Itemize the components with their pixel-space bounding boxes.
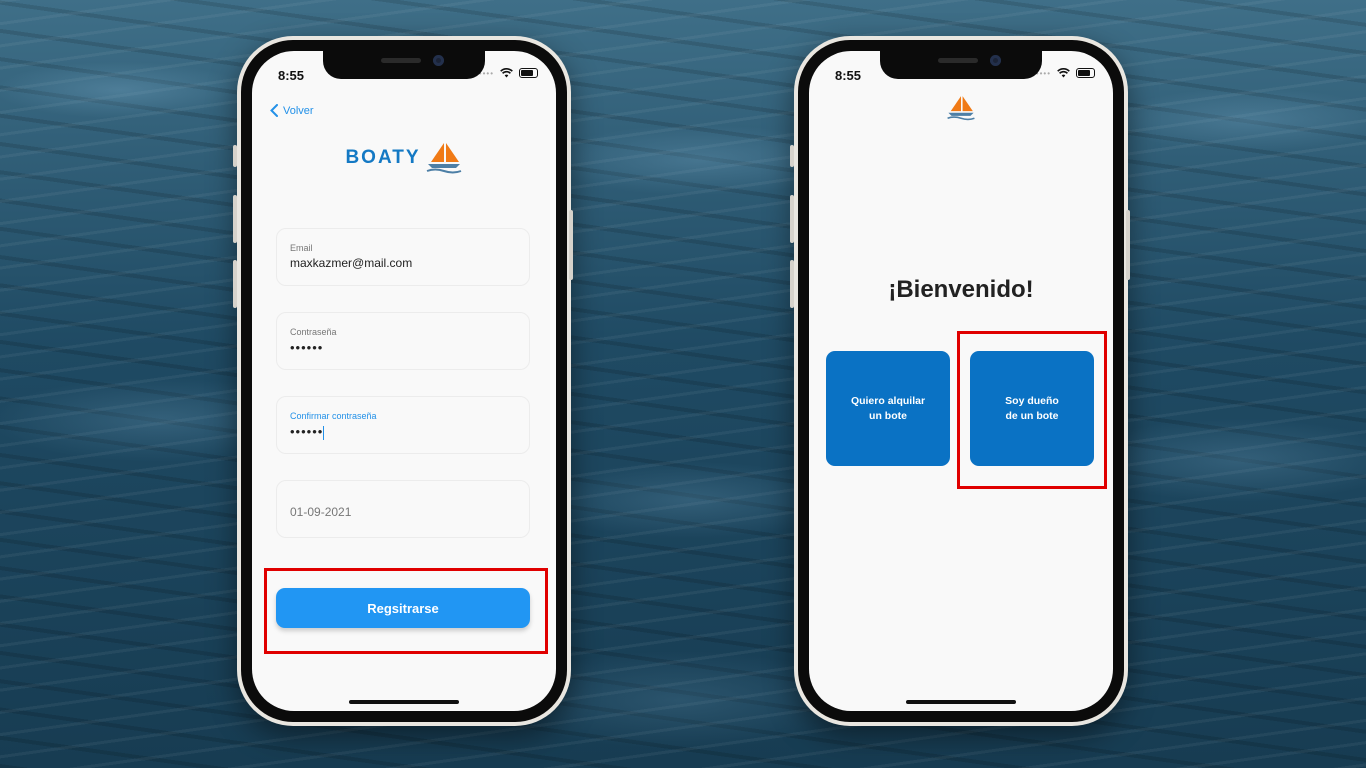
- side-button: [569, 210, 573, 280]
- rent-boat-button[interactable]: Quiero alquilar un bote: [826, 351, 950, 466]
- email-value: maxkazmer@mail.com: [290, 256, 413, 270]
- email-field[interactable]: Email maxkazmer@mail.com: [276, 228, 530, 286]
- wifi-icon: [1057, 68, 1070, 78]
- home-indicator: [349, 700, 459, 704]
- side-button: [790, 145, 794, 167]
- password-field[interactable]: Contraseña ••••••: [276, 312, 530, 370]
- notch: [323, 51, 485, 79]
- status-time: 8:55: [835, 68, 862, 83]
- home-indicator: [906, 700, 1016, 704]
- side-button: [1126, 210, 1130, 280]
- confirm-password-field[interactable]: Confirmar contraseña ••••••: [276, 396, 530, 454]
- text-caret: [323, 425, 325, 440]
- welcome-title: ¡Bienvenido!: [888, 276, 1034, 303]
- brand-logo: BOATY: [252, 141, 556, 175]
- date-value: 01-09-2021: [290, 505, 352, 519]
- password-label: Contraseña: [290, 327, 337, 337]
- sailboat-logo-small: [809, 94, 1113, 122]
- confirm-password-value-row: ••••••: [290, 424, 516, 440]
- sailboat-logo: [426, 143, 461, 174]
- email-label: Email: [290, 243, 313, 253]
- register-highlight: [264, 568, 548, 654]
- status-time: 8:55: [278, 68, 305, 83]
- rent-boat-line1: Quiero alquilar: [850, 394, 926, 407]
- back-label: Volver: [283, 104, 314, 117]
- side-button: [233, 145, 237, 167]
- brand-name: BOATY: [345, 147, 421, 168]
- owner-highlight: [957, 331, 1107, 489]
- rent-boat-line2: un bote: [869, 409, 907, 422]
- battery-icon: [1076, 68, 1095, 78]
- sailboat-logo: [947, 96, 975, 121]
- status-icons: ••••: [479, 68, 538, 78]
- date-field[interactable]: 01-09-2021: [276, 480, 530, 538]
- chevron-left-icon: [270, 104, 278, 117]
- side-button: [790, 195, 794, 243]
- notch: [880, 51, 1042, 79]
- confirm-password-label: Confirmar contraseña: [290, 411, 377, 421]
- status-icons: ••••: [1036, 68, 1095, 78]
- confirm-password-value: ••••••: [290, 424, 324, 439]
- wifi-icon: [500, 68, 513, 78]
- side-button: [233, 260, 237, 308]
- battery-icon: [519, 68, 538, 78]
- side-button: [790, 260, 794, 308]
- side-button: [233, 195, 237, 243]
- back-button[interactable]: Volver: [270, 104, 314, 117]
- password-value: ••••••: [290, 340, 324, 355]
